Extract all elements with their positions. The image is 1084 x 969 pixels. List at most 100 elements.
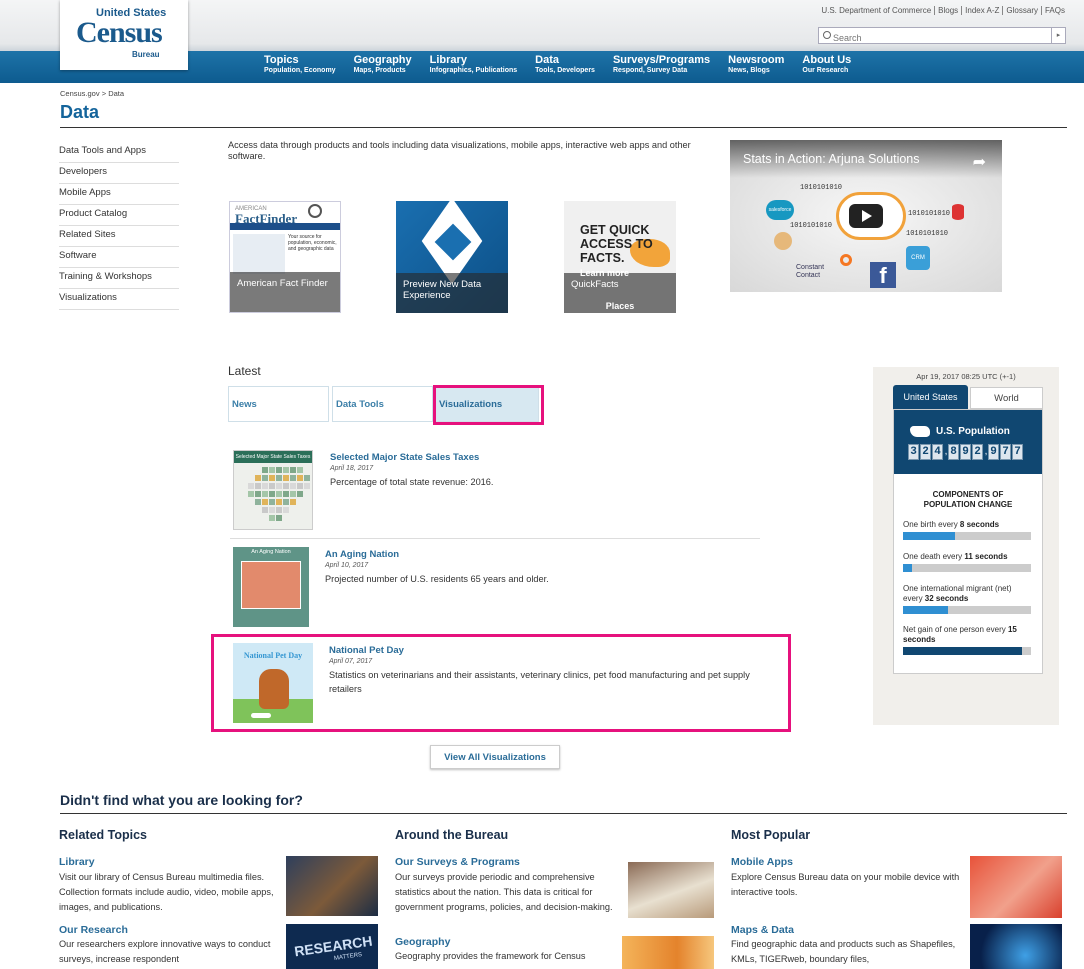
- search-submit-icon[interactable]: ▸: [1051, 28, 1065, 43]
- quickfacts-headline: GET QUICK ACCESS TO FACTS.: [580, 223, 653, 265]
- item-desc: Percentage of total state revenue: 2016.: [330, 477, 494, 487]
- tile-preview-data[interactable]: Preview New Data Experience: [396, 201, 508, 313]
- breadcrumb-home[interactable]: Census.gov: [60, 89, 100, 98]
- binary-text: 1010101010: [800, 184, 843, 192]
- map-cell: [262, 475, 268, 481]
- geography-image[interactable]: [622, 936, 714, 969]
- nav-data[interactable]: Data Tools, Developers: [535, 54, 595, 74]
- surveys-image[interactable]: [628, 862, 714, 918]
- digit: 3: [908, 444, 919, 460]
- view-all-visualizations-button[interactable]: View All Visualizations: [430, 745, 560, 769]
- map-cell: [255, 499, 261, 505]
- nav-geography[interactable]: Geography Maps, Products: [354, 54, 412, 74]
- nav-subtitle: Infographics, Publications: [429, 67, 518, 74]
- component-fill: [903, 647, 1023, 655]
- utility-link-faqs[interactable]: FAQs: [1042, 6, 1068, 15]
- leftnav-product-catalog[interactable]: Product Catalog: [59, 205, 179, 226]
- utility-link-commerce[interactable]: U.S. Department of Commerce: [818, 6, 936, 15]
- link-mobile-apps[interactable]: Mobile Apps: [731, 856, 793, 868]
- tab-world[interactable]: World: [970, 387, 1043, 409]
- clock-timestamp: Apr 19, 2017 08:25 UTC (+-1): [916, 372, 1016, 381]
- map-cell: [269, 475, 275, 481]
- nav-surveys[interactable]: Surveys/Programs Respond, Survey Data: [613, 54, 710, 74]
- leftnav-visualizations[interactable]: Visualizations: [59, 289, 179, 310]
- thumb-sales-taxes[interactable]: Selected Major State Sales Taxes: [233, 450, 313, 530]
- binary-text: 1010101010: [906, 230, 949, 238]
- leftnav-mobile-apps[interactable]: Mobile Apps: [59, 184, 179, 205]
- map-cell: [255, 475, 261, 481]
- library-image[interactable]: [286, 856, 378, 916]
- highlight-box-tab: [433, 385, 544, 425]
- nav-title: Surveys/Programs: [612, 54, 711, 66]
- nav-about[interactable]: About Us Our Research: [802, 54, 851, 74]
- link-library[interactable]: Library: [59, 856, 95, 868]
- map-cell: [269, 491, 275, 497]
- map-cell: [304, 483, 310, 489]
- link-maps-data[interactable]: Maps & Data: [731, 924, 794, 936]
- thumb-title: Selected Major State Sales Taxes: [234, 451, 312, 463]
- share-icon[interactable]: ➦: [973, 152, 986, 172]
- map-cell: [262, 467, 268, 473]
- video-player[interactable]: 1010101010 1010101010 1010101010 1010101…: [730, 140, 1002, 292]
- census-logo[interactable]: United States Census Bureau: [60, 0, 188, 70]
- component-death: One death every 11 seconds: [903, 552, 1033, 572]
- item-title[interactable]: Selected Major State Sales Taxes: [330, 452, 479, 463]
- utility-link-glossary[interactable]: Glossary: [1003, 6, 1042, 15]
- tile-quickfacts[interactable]: GET QUICK ACCESS TO FACTS. QuickFacts Le…: [564, 201, 676, 313]
- logo-line-2: Census: [76, 16, 163, 49]
- crm-icon: CRM: [906, 246, 930, 270]
- nav-topics[interactable]: Topics Population, Economy: [264, 54, 336, 74]
- entry-desc: Geography provides the framework for Cen…: [395, 951, 586, 961]
- hubspot-icon: [840, 254, 852, 266]
- utility-link-blogs[interactable]: Blogs: [935, 6, 963, 15]
- database-icon: [952, 204, 964, 220]
- map-cell: [290, 475, 296, 481]
- tab-news[interactable]: News: [228, 386, 329, 422]
- map-cell: [283, 507, 289, 513]
- map-cell: [269, 483, 275, 489]
- link-geography[interactable]: Geography: [395, 936, 450, 948]
- map-cell: [248, 483, 254, 489]
- breadcrumb-separator: >: [101, 89, 107, 98]
- leftnav-developers[interactable]: Developers: [59, 163, 179, 184]
- leftnav-related-sites[interactable]: Related Sites: [59, 226, 179, 247]
- mailchimp-icon: [774, 232, 792, 250]
- play-icon[interactable]: [849, 204, 883, 228]
- item-date: April 18, 2017: [330, 465, 374, 472]
- digit: 7: [1012, 444, 1023, 460]
- component-bar: [903, 647, 1031, 655]
- leftnav-software[interactable]: Software: [59, 247, 179, 268]
- research-image[interactable]: RESEARCH MATTERS: [286, 924, 378, 969]
- nav-subtitle: Maps, Products: [353, 67, 406, 74]
- column-heading: Most Popular: [731, 828, 811, 842]
- tile-caption: American Fact Finder: [230, 272, 340, 312]
- map-cell: [297, 467, 303, 473]
- search-input[interactable]: [819, 30, 1039, 46]
- thumb-aging-nation[interactable]: An Aging Nation: [233, 547, 309, 627]
- binary-text: 1010101010: [908, 210, 951, 218]
- item-title[interactable]: An Aging Nation: [325, 549, 399, 560]
- nav-newsroom[interactable]: Newsroom News, Blogs: [728, 54, 784, 74]
- utility-link-index[interactable]: Index A-Z: [962, 6, 1004, 15]
- entry-desc: Find geographic data and products such a…: [731, 939, 956, 964]
- nav-title: Geography: [353, 54, 412, 66]
- quickfacts-learn-more: Learn more: [580, 268, 630, 278]
- maps-data-image[interactable]: [970, 924, 1062, 969]
- column-heading: Related Topics: [59, 828, 147, 842]
- nav-library[interactable]: Library Infographics, Publications: [430, 54, 518, 74]
- mobile-apps-image[interactable]: [970, 856, 1062, 918]
- tab-data-tools[interactable]: Data Tools: [332, 386, 433, 422]
- entry-desc: Visit our library of Census Bureau multi…: [59, 872, 274, 912]
- tile-american-fact-finder[interactable]: AMERICAN FactFinder Your source for popu…: [229, 201, 341, 313]
- map-cell: [290, 491, 296, 497]
- tab-united-states[interactable]: United States: [893, 385, 968, 409]
- facebook-icon: f: [870, 262, 896, 288]
- link-surveys-programs[interactable]: Our Surveys & Programs: [395, 856, 520, 868]
- map-cell: [276, 507, 282, 513]
- link-our-research[interactable]: Our Research: [59, 924, 128, 936]
- leftnav-training[interactable]: Training & Workshops: [59, 268, 179, 289]
- leftnav-data-tools[interactable]: Data Tools and Apps: [59, 142, 179, 163]
- map-cell: [262, 491, 268, 497]
- map-cell: [297, 491, 303, 497]
- search-box: ▸: [818, 27, 1066, 46]
